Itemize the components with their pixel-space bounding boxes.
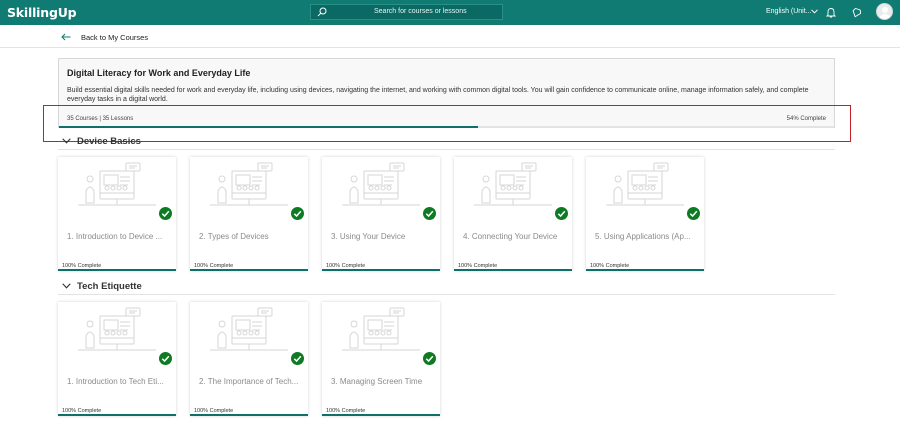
divider — [0, 47, 900, 48]
badge-icon[interactable] — [851, 7, 862, 18]
back-to-courses-link[interactable]: Back to My Courses — [61, 30, 148, 44]
completed-badge — [159, 352, 172, 365]
section-header-tech-etiquette[interactable]: Tech Etiquette — [62, 279, 142, 293]
lesson-card[interactable]: 1. Introduction to Device ... 100% Comple… — [58, 157, 176, 271]
lesson-card[interactable]: 5. Using Applications (Ap... 100% Complet… — [586, 157, 704, 271]
lesson-card[interactable]: 2. Types of Devices 100% Complete — [190, 157, 308, 271]
checkmark-icon — [689, 210, 698, 218]
lesson-card[interactable]: 3. Using Your Device 100% Complete — [322, 157, 440, 271]
lesson-title: 1. Introduction to Device ... — [67, 232, 163, 241]
lesson-title: 2. The Importance of Tech... — [199, 377, 299, 386]
lesson-progress-bar — [58, 414, 176, 416]
completed-badge — [687, 207, 700, 220]
lesson-progress-bar — [190, 414, 308, 416]
highlight-box — [43, 105, 851, 142]
chevron-down-icon[interactable] — [811, 9, 818, 14]
completed-badge — [291, 352, 304, 365]
bell-icon[interactable] — [826, 7, 836, 18]
completed-badge — [291, 207, 304, 220]
lesson-title: 4. Connecting Your Device — [463, 232, 558, 241]
search-box[interactable]: Search for courses or lessons — [310, 4, 503, 20]
language-selector[interactable]: English (Unit... — [766, 8, 812, 15]
course-description: Build essential digital skills needed fo… — [67, 87, 809, 103]
lesson-progress-bar — [454, 269, 572, 271]
section-divider — [58, 294, 835, 295]
lesson-progress-bar — [190, 269, 308, 271]
lesson-card[interactable]: 1. Introduction to Tech Eti... 100% Compl… — [58, 302, 176, 416]
checkmark-icon — [425, 210, 434, 218]
lesson-progress-bar — [58, 269, 176, 271]
checkmark-icon — [293, 210, 302, 218]
section-label: Tech Etiquette — [77, 280, 142, 292]
completed-badge — [159, 207, 172, 220]
lesson-title: 1. Introduction to Tech Eti... — [67, 377, 164, 386]
completed-badge — [423, 352, 436, 365]
search-placeholder: Search for courses or lessons — [374, 8, 467, 15]
section-label: Device Basics — [77, 135, 141, 147]
lesson-title: 2. Types of Devices — [199, 232, 269, 241]
lesson-progress-bar — [586, 269, 704, 271]
search-icon — [317, 7, 327, 17]
avatar-icon[interactable] — [876, 3, 893, 20]
back-arrow-icon — [61, 33, 71, 41]
lesson-card[interactable]: 2. The Importance of Tech... 100% Complet… — [190, 302, 308, 416]
course-title: Digital Literacy for Work and Everyday L… — [67, 68, 251, 78]
lesson-progress-bar — [322, 269, 440, 271]
lesson-card[interactable]: 3. Managing Screen Time 100% Complete — [322, 302, 440, 416]
checkmark-icon — [161, 210, 170, 218]
back-label: Back to My Courses — [81, 32, 149, 42]
section-divider — [58, 149, 835, 150]
completed-badge — [555, 207, 568, 220]
logo[interactable]: SkillingUp — [7, 5, 77, 20]
lesson-title: 3. Managing Screen Time — [331, 377, 423, 386]
checkmark-icon — [161, 355, 170, 363]
checkmark-icon — [557, 210, 566, 218]
section-header-device-basics[interactable]: Device Basics — [62, 134, 141, 148]
lesson-title: 3. Using Your Device — [331, 232, 406, 241]
checkmark-icon — [293, 355, 302, 363]
lesson-progress-bar — [322, 414, 440, 416]
chevron-down-icon — [62, 283, 71, 289]
lesson-title: 5. Using Applications (Ap... — [595, 232, 691, 241]
chevron-down-icon — [62, 138, 71, 144]
completed-badge — [423, 207, 436, 220]
top-bar: SkillingUp Search for courses or lessons… — [0, 0, 900, 25]
lesson-card[interactable]: 4. Connecting Your Device 100% Complete — [454, 157, 572, 271]
checkmark-icon — [425, 355, 434, 363]
